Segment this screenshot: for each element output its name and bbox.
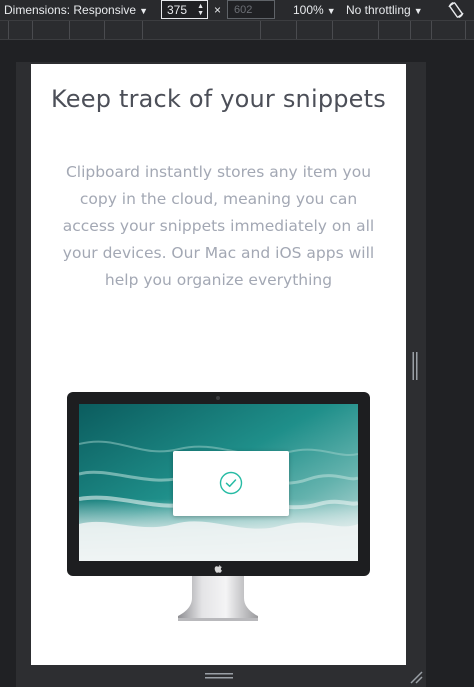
monitor-stand	[178, 576, 258, 621]
monitor-camera	[216, 396, 220, 400]
page-headline: Keep track of your snippets	[51, 85, 386, 113]
width-input[interactable]: 375 ▲ ▼	[161, 0, 208, 19]
throttling-label: No throttling	[346, 3, 411, 17]
monitor-illustration	[67, 392, 370, 576]
times-symbol: ×	[214, 3, 222, 17]
apple-icon	[214, 564, 223, 574]
emulated-viewport: Keep track of your snippets Clipboard in…	[31, 64, 406, 665]
success-card	[173, 451, 289, 516]
device-toolbar: Dimensions: Responsive ▼ 375 ▲ ▼ × 602 100…	[0, 0, 474, 20]
height-value: 602	[234, 4, 253, 16]
dimensions-dropdown[interactable]: Dimensions: Responsive ▼	[4, 3, 148, 17]
rotate-device-icon[interactable]	[446, 0, 466, 20]
media-query-bar[interactable]	[0, 20, 474, 40]
page-body-text: Clipboard instantly stores any item you …	[62, 163, 375, 289]
height-input[interactable]: 602	[227, 0, 275, 19]
throttling-dropdown[interactable]: No throttling ▼	[346, 3, 423, 17]
width-value: 375	[167, 3, 188, 17]
zoom-dropdown[interactable]: 100% ▼	[293, 3, 336, 17]
dimensions-label: Dimensions: Responsive	[4, 3, 137, 17]
caret-down-icon: ▼	[139, 6, 148, 16]
check-circle-icon	[219, 471, 243, 495]
spin-arrows-icon[interactable]: ▲ ▼	[197, 3, 204, 17]
caret-down-icon: ▼	[413, 6, 423, 16]
monitor-screen	[79, 404, 358, 561]
zoom-label: 100%	[293, 3, 324, 17]
corner-resize-handle[interactable]	[409, 670, 423, 684]
bottom-resize-handle[interactable]	[205, 672, 233, 680]
caret-down-icon: ▼	[326, 6, 336, 16]
right-resize-handle[interactable]	[412, 352, 418, 380]
